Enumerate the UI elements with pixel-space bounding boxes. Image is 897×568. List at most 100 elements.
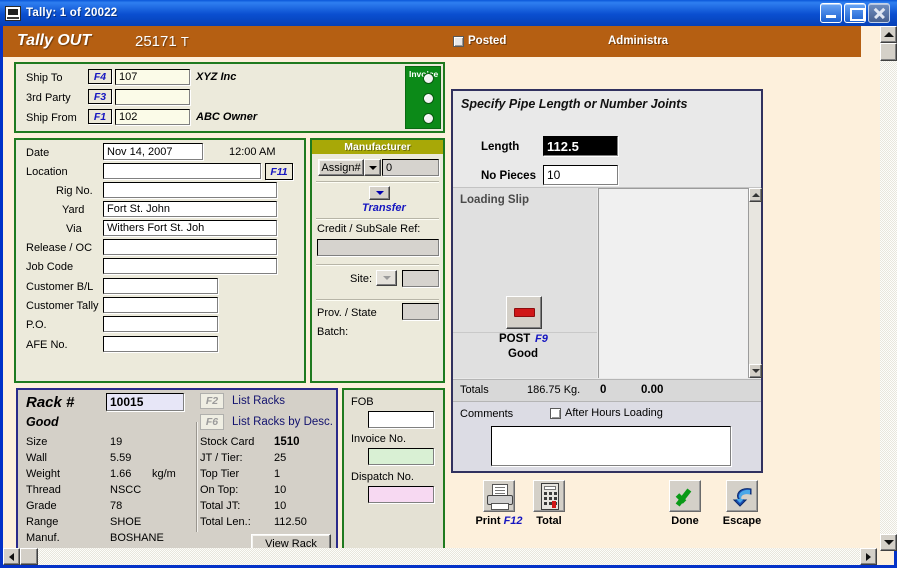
release-oc-input[interactable] [103,239,277,255]
site-label: Site: [350,273,372,285]
ship-to-fkey[interactable]: F4 [88,69,112,84]
invoice-strip: Invoice [405,66,441,129]
stock-card-value: 1510 [274,436,300,448]
invoice-radio-3[interactable] [423,113,434,124]
customer-bl-input[interactable] [103,278,218,294]
banner-number-suffix: T [181,34,189,49]
done-tool[interactable]: Done [657,480,713,527]
comments-row: Comments After Hours Loading [453,401,761,471]
date-input[interactable]: Nov 14, 2007 [103,143,203,160]
rack-number-input[interactable]: 10015 [106,393,184,411]
vertical-scrollbar-thumb[interactable] [880,43,897,61]
invoice-strip-label: Invoice [409,70,419,80]
comments-textarea[interactable] [491,426,731,466]
transfer-dropdown-arrow[interactable] [369,186,390,200]
invoice-radio-1[interactable] [423,73,434,84]
list-racks-link[interactable]: List Racks [232,395,285,407]
loading-slip-scrollbar[interactable] [748,188,761,378]
scroll-up-button[interactable] [880,26,897,43]
pipe-length-panel: Specify Pipe Length or Number Joints Len… [451,89,763,473]
invoice-no-input[interactable] [368,448,434,465]
list-racks-fkey[interactable]: F2 [200,393,224,409]
horizontal-scrollbar[interactable] [3,548,877,565]
banner-number-value: 25171 [135,33,177,50]
after-hours-checkbox-group[interactable]: After Hours Loading [550,407,663,419]
divider-1 [316,181,439,183]
post-fkey: F9 [535,333,548,345]
administrator-label: Administra [608,35,668,47]
triangle-down-icon [884,540,894,545]
escape-tool[interactable]: Escape [714,480,770,527]
site-dropdown-arrow[interactable] [376,270,397,286]
banner-number: 25171 T [135,33,189,50]
close-button[interactable] [868,3,890,23]
total-len-value: 112.50 [274,516,307,528]
tally-banner: Tally OUT 25171 T Posted Administra [3,26,861,57]
yard-label: Yard [62,204,84,216]
triangle-right-icon [866,553,871,561]
banner-title: Tally OUT [17,32,91,50]
comments-label: Comments [460,408,513,420]
escape-caption: Escape [714,515,770,527]
posted-checkbox-group[interactable]: Posted [453,35,506,47]
via-input[interactable]: Withers Fort St. Joh [103,220,277,236]
location-label: Location [26,166,68,178]
length-input[interactable]: 112.5 [543,136,618,156]
vertical-scrollbar[interactable] [880,26,897,551]
credit-subsale-input[interactable] [317,239,439,256]
rack-manuf-label: Manuf. [26,532,60,544]
third-party-input[interactable] [115,89,190,105]
list-racks-by-desc-link[interactable]: List Racks by Desc. [232,416,333,428]
invoice-radio-2[interactable] [423,93,434,104]
total-tool[interactable]: Total [521,480,577,527]
maximize-button[interactable] [844,3,866,23]
posted-label: Posted [468,35,506,47]
posted-checkbox[interactable] [453,36,464,47]
jt-tier-label: JT / Tier: [200,452,243,464]
prov-state-label: Prov. / State [317,307,377,319]
after-hours-checkbox[interactable] [550,408,561,419]
after-hours-label: After Hours Loading [565,407,663,419]
ship-from-fkey[interactable]: F1 [88,109,112,124]
site-input[interactable] [402,270,439,287]
rig-no-input[interactable] [103,182,277,198]
undo-arrow-glyph [731,485,755,509]
third-party-fkey[interactable]: F3 [88,89,112,104]
scroll-down-button[interactable] [749,364,762,378]
date-label: Date [26,147,49,159]
assign-number-button[interactable]: Assign# [318,159,364,176]
yard-input[interactable]: Fort St. John [103,201,277,217]
transfer-label[interactable]: Transfer [362,202,406,214]
loading-slip-list[interactable] [598,188,748,378]
detail-panel: Date Nov 14, 2007 12:00 AM Location F11 … [14,138,306,383]
assign-dropdown-arrow[interactable] [364,159,381,176]
ship-to-input[interactable]: 107 [115,69,190,85]
location-input[interactable] [103,163,261,179]
customer-tally-input[interactable] [103,297,218,313]
escape-label: Escape [723,515,762,527]
scroll-left-button[interactable] [3,548,20,565]
print-tool[interactable]: Print F12 [471,480,527,527]
loading-slip-label: Loading Slip [460,194,529,206]
fob-input[interactable] [368,411,434,428]
job-code-input[interactable] [103,258,277,274]
prov-state-input[interactable] [402,303,439,320]
release-oc-label: Release / OC [26,242,92,254]
assign-number-input[interactable]: 0 [382,159,439,176]
dispatch-no-input[interactable] [368,486,434,503]
po-input[interactable] [103,316,218,332]
scroll-down-button[interactable] [880,534,897,551]
invoice-no-label: Invoice No. [351,433,406,445]
rack-size-value: 19 [110,436,122,448]
location-fkey[interactable]: F11 [265,163,293,180]
afe-no-input[interactable] [103,336,218,352]
scroll-right-button[interactable] [860,548,877,565]
divider-2 [316,218,439,220]
horizontal-scrollbar-thumb[interactable] [20,548,38,565]
ship-from-input[interactable]: 102 [115,109,190,125]
minimize-button[interactable] [820,3,842,23]
list-racks-desc-fkey[interactable]: F6 [200,414,224,430]
post-button[interactable] [506,296,542,329]
scroll-up-button[interactable] [749,188,762,202]
no-pieces-input[interactable]: 10 [543,165,618,185]
